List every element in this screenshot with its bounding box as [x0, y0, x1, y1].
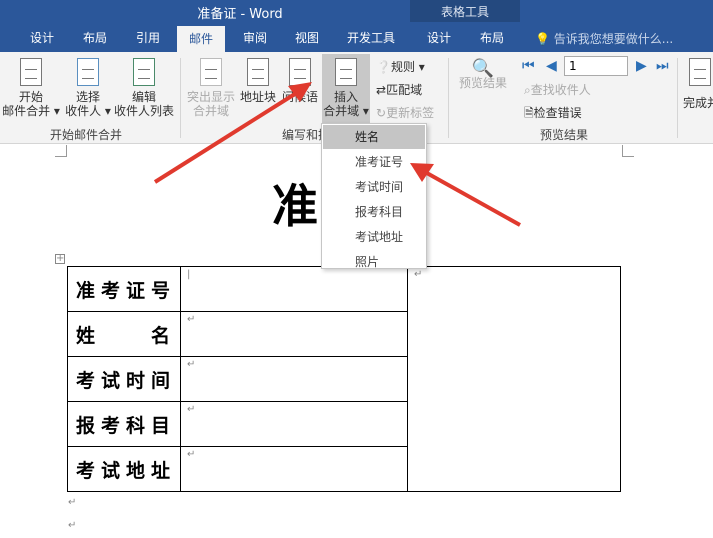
match-fields-button[interactable]: ⇄匹配域 [376, 81, 422, 98]
group-preview-results: 预览结果 [540, 128, 589, 142]
row-label: 考试时间 [67, 356, 181, 402]
value-cell[interactable]: ↵ [180, 311, 408, 357]
row-label: 准考证号 [67, 266, 181, 312]
document-envelope-icon [20, 58, 42, 86]
label: 插入 [333, 90, 358, 104]
first-record-icon[interactable]: ⏮ [522, 58, 535, 74]
record-number-input[interactable]: 1 [564, 56, 628, 76]
previous-record-icon[interactable]: ◀ [546, 58, 557, 74]
preview-results-button[interactable]: 🔍 预览结果 [455, 58, 511, 91]
search-icon: ⌕ [524, 83, 531, 97]
edit-people-icon [133, 58, 155, 86]
select-recipients-button[interactable]: 选择 收件人 ▾ [64, 58, 112, 118]
rules-icon: ❔ [376, 60, 391, 74]
label: 规则 ▾ [390, 60, 425, 74]
tab-mailings[interactable]: 邮件 [177, 26, 226, 52]
start-mail-merge-button[interactable]: 开始 邮件合并 ▾ [0, 58, 62, 118]
tab-review[interactable]: 审阅 [243, 29, 267, 46]
check-errors-button[interactable]: 🗎检查错误 [524, 104, 582, 125]
match-fields-icon: ⇄ [376, 83, 387, 97]
row-label: 姓 名 [67, 311, 181, 357]
menu-item-exam-time[interactable]: 考试时间 [323, 175, 425, 199]
label: 收件人 ▾ [65, 104, 111, 118]
menu-item-ticket-number[interactable]: 准考证号 [323, 150, 425, 174]
highlight-merge-fields-button[interactable]: 突出显示 合并域 [183, 58, 239, 118]
label: 选择 [75, 90, 100, 104]
update-labels-button[interactable]: ↻更新标签 [376, 104, 434, 121]
title-bar: 准备证 - Word [0, 0, 713, 22]
tab-view[interactable]: 视图 [295, 29, 319, 46]
paragraph-mark: ↵ [68, 497, 77, 508]
label: 开始 [18, 90, 43, 104]
admission-ticket-table: 准考证号 | ↵ 姓 名 ↵ 考试时间 ↵ 报考科目 ↵ 考试地址 ↵ [67, 266, 621, 492]
value-cell[interactable]: ↵ [180, 446, 408, 492]
menu-item-exam-address[interactable]: 考试地址 [323, 225, 425, 249]
red-arrow-2 [424, 170, 521, 227]
greeting-line-button[interactable]: 问候语 [280, 58, 320, 104]
tab-developer[interactable]: 开发工具 [347, 29, 395, 46]
label: 收件人列表 [113, 104, 174, 118]
label: 完成并 [683, 96, 713, 110]
rules-button[interactable]: ❔规则 ▾ [376, 58, 425, 75]
check-document-icon: 🗎 [524, 106, 534, 120]
page-margin-corner [622, 145, 634, 157]
people-icon [77, 58, 99, 86]
grid-document-icon [335, 58, 357, 86]
insert-merge-field-menu: 姓名 准考证号 考试时间 报考科目 考试地址 照片 [321, 123, 427, 269]
address-block-button[interactable]: 地址块 [239, 58, 277, 104]
ribbon-tabs: 设计 布局 引用 邮件 审阅 视图 开发工具 设计 布局 💡 告诉我您想要做什么… [0, 22, 713, 52]
menu-item-photo[interactable]: 照片 [323, 250, 425, 274]
page-margin-corner [55, 145, 67, 157]
table-move-handle-icon[interactable]: + [55, 254, 65, 264]
document-icon [247, 58, 269, 86]
label: 更新标签 [386, 106, 435, 120]
edit-recipient-list-button[interactable]: 编辑 收件人列表 [113, 58, 175, 118]
divider [180, 58, 181, 138]
finish-merge-button[interactable]: 完成并 [683, 58, 713, 110]
menu-item-subject[interactable]: 报考科目 [323, 200, 425, 224]
row-label: 报考科目 [67, 401, 181, 447]
divider [448, 58, 449, 138]
label: 查找收件人 [530, 83, 591, 97]
divider [677, 58, 678, 138]
refresh-icon: ↻ [376, 106, 387, 120]
group-start-merge: 开始邮件合并 [50, 128, 123, 142]
label: 检查错误 [533, 106, 582, 120]
next-record-icon[interactable]: ▶ [636, 58, 647, 74]
menu-item-name[interactable]: 姓名 [323, 125, 425, 149]
label: 合并域 ▾ [323, 104, 369, 118]
tab-design[interactable]: 设计 [30, 29, 54, 46]
label: 邮件合并 ▾ [2, 104, 60, 118]
lightbulb-icon: 💡 [535, 32, 550, 46]
label: 合并域 [192, 104, 229, 118]
document-icon [289, 58, 311, 86]
last-record-icon[interactable]: ⏭ [656, 58, 669, 74]
label: 预览结果 [458, 76, 507, 90]
abc-magnifier-icon: 🔍 [471, 58, 495, 79]
document-icon [200, 58, 222, 86]
photo-cell[interactable]: ↵ [407, 266, 621, 492]
paragraph-mark: ↵ [68, 520, 77, 531]
label: 突出显示 [186, 90, 235, 104]
label: 地址块 [239, 90, 276, 104]
row-label: 考试地址 [67, 446, 181, 492]
tab-layout[interactable]: 布局 [83, 29, 107, 46]
window-title: 准备证 - Word [197, 7, 283, 22]
label: 匹配域 [386, 83, 423, 97]
tab-references[interactable]: 引用 [136, 29, 160, 46]
insert-merge-field-label[interactable]: 插入 合并域 ▾ [322, 58, 370, 118]
tab-table-design[interactable]: 设计 [427, 29, 451, 46]
document-title: 准 [272, 179, 318, 233]
document-icon [689, 58, 711, 86]
tab-table-layout[interactable]: 布局 [480, 29, 504, 46]
value-cell[interactable]: ↵ [180, 356, 408, 402]
find-recipient-button[interactable]: ⌕查找收件人 [524, 81, 591, 98]
tell-me-box[interactable]: 💡 告诉我您想要做什么... [535, 30, 673, 47]
context-label: 表格工具 [440, 5, 489, 19]
tell-me-text: 告诉我您想要做什么... [553, 32, 674, 46]
label: 问候语 [281, 90, 318, 104]
label: 编辑 [131, 90, 156, 104]
value-cell[interactable]: ↵ [180, 401, 408, 447]
